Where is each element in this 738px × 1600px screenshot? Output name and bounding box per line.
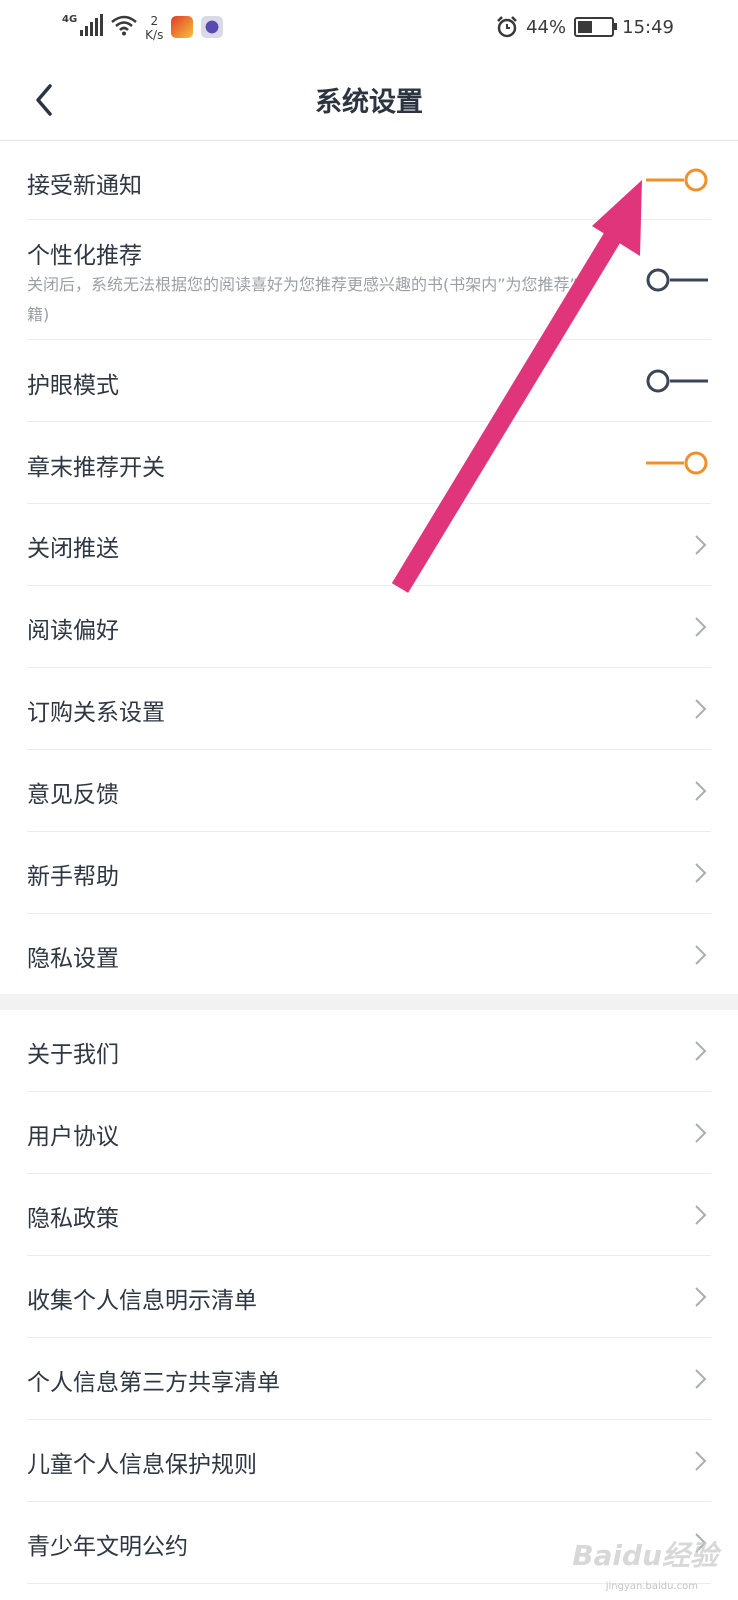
about-nav-item-2[interactable]: 隐私政策: [0, 1174, 738, 1256]
setting-label: 护眼模式: [27, 373, 119, 399]
chevron-right-icon: [695, 781, 707, 801]
network-type: 4G: [62, 14, 78, 25]
about-nav-item-5[interactable]: 儿童个人信息保护规则: [0, 1420, 738, 1502]
setting-row-chapter-end[interactable]: 章末推荐开关: [0, 422, 738, 504]
status-bar: 4G 2 K/s 44% 15:49: [0, 0, 738, 58]
nav-item-label: 订购关系设置: [27, 700, 165, 726]
section-gap: [0, 994, 738, 1010]
chevron-right-icon: [695, 1287, 707, 1307]
eye-care-toggle[interactable]: [644, 366, 710, 396]
battery-icon: [574, 17, 618, 37]
battery-percent: 44%: [526, 16, 567, 38]
about-nav-item-1[interactable]: 用户协议: [0, 1092, 738, 1174]
settings-nav-item-2[interactable]: 订购关系设置: [0, 668, 738, 750]
alarm-icon: [497, 16, 517, 38]
about-nav-item-0[interactable]: 关于我们: [0, 1010, 738, 1092]
settings-nav-item-5[interactable]: 隐私设置: [0, 914, 738, 996]
baidu-watermark: Baidu经验: [572, 1539, 718, 1572]
about-nav-item-4[interactable]: 个人信息第三方共享清单: [0, 1338, 738, 1420]
nav-item-label: 收集个人信息明示清单: [27, 1288, 257, 1314]
network-speed: 2 K/s: [145, 14, 164, 42]
chevron-right-icon: [695, 863, 707, 883]
nav-item-label: 青少年文明公约: [27, 1534, 188, 1560]
setting-description: 关闭后，系统无法根据您的阅读喜好为您推荐更感兴趣的书(书架内”为您推荐”书籍): [27, 275, 594, 324]
setting-label: 接受新通知: [27, 173, 142, 199]
setting-label: 章末推荐开关: [27, 455, 165, 481]
settings-nav-item-1[interactable]: 阅读偏好: [0, 586, 738, 668]
chevron-right-icon: [695, 1123, 707, 1143]
chevron-right-icon: [695, 1205, 707, 1225]
setting-row-notify[interactable]: 接受新通知: [0, 140, 738, 220]
nav-item-label: 意见反馈: [27, 782, 119, 808]
nav-item-label: 个人信息第三方共享清单: [27, 1370, 280, 1396]
settings-nav-item-4[interactable]: 新手帮助: [0, 832, 738, 914]
app-notification-icon: [171, 16, 194, 38]
nav-item-label: 阅读偏好: [27, 618, 119, 644]
cell-signal-icon: 4G: [62, 14, 104, 36]
chevron-right-icon: [695, 617, 707, 637]
settings-nav-item-0[interactable]: 关闭推送: [0, 504, 738, 586]
top-app-bar: 系统设置: [0, 58, 738, 141]
chapter-end-toggle[interactable]: [644, 448, 710, 478]
nav-item-label: 关于我们: [27, 1042, 119, 1068]
nav-item-label: 隐私政策: [27, 1206, 119, 1232]
chevron-right-icon: [695, 945, 707, 965]
settings-nav-item-3[interactable]: 意见反馈: [0, 750, 738, 832]
watermark-url: jingyan.baidu.com: [605, 1581, 698, 1592]
setting-row-eye-care[interactable]: 护眼模式: [0, 340, 738, 422]
nav-item-label: 用户协议: [27, 1124, 119, 1150]
nav-item-label: 儿童个人信息保护规则: [27, 1452, 257, 1478]
chevron-right-icon: [695, 699, 707, 719]
nav-item-label: 关闭推送: [27, 536, 119, 562]
page-title: 系统设置: [315, 87, 423, 118]
notify-toggle[interactable]: [644, 165, 710, 195]
nav-item-label: 隐私设置: [27, 946, 119, 972]
setting-row-personalized[interactable]: 个性化推荐 关闭后，系统无法根据您的阅读喜好为您推荐更感兴趣的书(书架内”为您推…: [0, 220, 738, 340]
chevron-right-icon: [695, 535, 707, 555]
about-nav-item-3[interactable]: 收集个人信息明示清单: [0, 1256, 738, 1338]
wifi-icon: [111, 15, 137, 36]
chevron-right-icon: [695, 1451, 707, 1471]
chevron-right-icon: [695, 1041, 707, 1061]
nav-item-label: 新手帮助: [27, 864, 119, 890]
app-notification-icon-2: [201, 16, 224, 38]
chevron-right-icon: [695, 1369, 707, 1389]
setting-label: 个性化推荐: [27, 243, 142, 269]
clock: 15:49: [622, 16, 674, 38]
personalized-toggle[interactable]: [644, 265, 710, 295]
